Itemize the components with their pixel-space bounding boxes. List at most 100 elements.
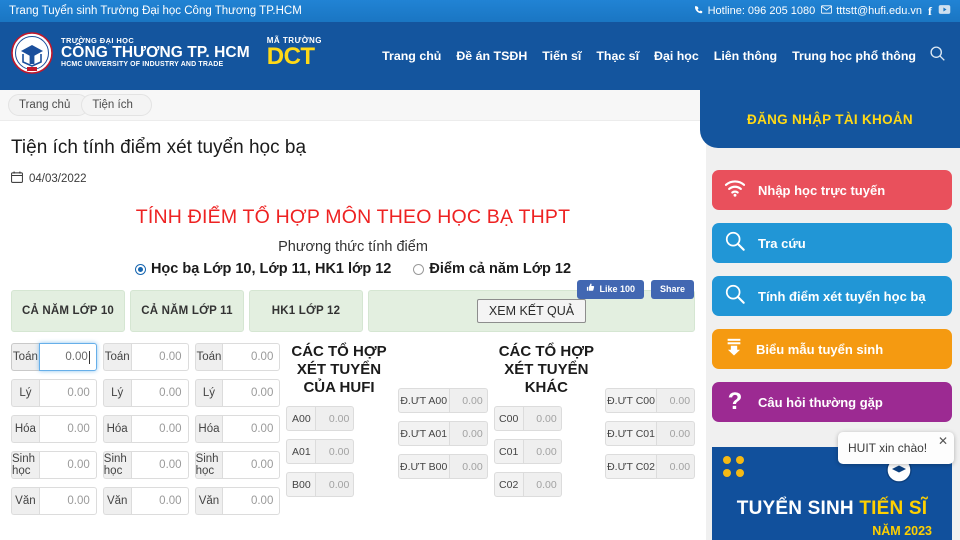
score-input[interactable]: 0.00 <box>130 451 189 479</box>
breadcrumb-item-utilities[interactable]: Tiện ích <box>81 94 152 116</box>
login-banner[interactable]: ĐĂNG NHẬP TÀI KHOẢN <box>700 90 960 148</box>
facebook-share-label: Share <box>659 283 685 294</box>
score-input[interactable]: 0.00 <box>38 415 97 443</box>
score-input[interactable]: 0.00 <box>130 415 189 443</box>
nav-item-tien-si[interactable]: Tiến sĩ <box>542 49 581 63</box>
nav-item-de-an-tsdh[interactable]: Đề án TSĐH <box>456 49 527 63</box>
score-input[interactable]: 0.00 <box>222 451 281 479</box>
nav-item-lien-thong[interactable]: Liên thông <box>714 49 777 63</box>
score-row[interactable]: Toán 0.00 <box>102 343 189 371</box>
score-input[interactable]: 0.00 <box>130 379 189 407</box>
subject-label: Hóa <box>102 415 131 443</box>
combo-column-other-preference: Đ.ƯT C00 0.00 Đ.ƯT C01 0.00 Đ.ƯT C02 0.0… <box>605 343 696 515</box>
score-input[interactable]: 0.00 <box>38 487 97 515</box>
combo-pref-code: Đ.ƯT A00 <box>397 388 450 413</box>
nav-item-thac-si[interactable]: Thạc sĩ <box>596 49 639 63</box>
combo-row: Đ.ƯT A00 0.00 <box>397 388 488 413</box>
score-row[interactable]: Lý 0.00 <box>194 379 281 407</box>
score-input[interactable]: 0.00 <box>130 487 189 515</box>
facebook-icon[interactable]: f <box>928 4 932 19</box>
download-icon <box>724 337 744 362</box>
hotline-label: Hotline: 096 205 1080 <box>707 5 816 17</box>
sidebar-item-admission-forms[interactable]: Biểu mẫu tuyển sinh <box>712 329 952 369</box>
hotline-item[interactable]: Hotline: 096 205 1080 <box>694 5 816 18</box>
mail-icon <box>821 5 833 17</box>
score-row[interactable]: Hóa 0.00 <box>194 415 281 443</box>
banner-headline-part2: TIẾN SĨ <box>859 498 928 519</box>
view-result-button[interactable]: XEM KẾT QUẢ <box>476 299 587 323</box>
nav-item-trung-hoc-pho-thong[interactable]: Trung học phổ thông <box>792 49 916 63</box>
score-input[interactable]: 0.00 <box>222 415 281 443</box>
score-row[interactable]: Hóa 0.00 <box>102 415 189 443</box>
score-input[interactable]: 0.00 <box>38 451 97 479</box>
method-label: Phương thức tính điểm <box>278 239 428 255</box>
banner-subheadline: NĂM 2023 <box>872 524 932 538</box>
subject-label: Sinh học <box>194 451 223 479</box>
tab-hk1-lop-12[interactable]: HK1 LỚP 12 <box>249 290 363 332</box>
score-row[interactable]: Lý 0.00 <box>102 379 189 407</box>
score-row[interactable]: Sinh học 0.00 <box>11 451 97 479</box>
score-input[interactable]: 0.00 <box>38 379 97 407</box>
publish-date: 04/03/2022 <box>29 173 87 185</box>
score-input[interactable]: 0.00 <box>130 343 189 371</box>
sidebar-item-score-calculator[interactable]: Tính điểm xét tuyển học bạ <box>712 276 952 316</box>
radio-indicator[interactable] <box>413 263 425 275</box>
banner-headline: TUYỂN SINH TIẾN SĨ <box>712 498 952 520</box>
combo-row: Đ.ƯT B00 0.00 <box>397 454 488 479</box>
score-row[interactable]: Văn 0.00 <box>11 487 97 515</box>
score-row[interactable]: Sinh học 0.00 <box>194 451 281 479</box>
logo-block[interactable]: TRƯỜNG ĐẠI HỌC CÔNG THƯƠNG TP. HCM HCMC … <box>10 31 322 75</box>
score-row[interactable]: Toán 0.00 <box>11 343 97 371</box>
login-label: ĐĂNG NHẬP TÀI KHOẢN <box>747 111 913 127</box>
combo-row: Đ.ƯT C01 0.00 <box>605 421 696 446</box>
facebook-share-button[interactable]: Share <box>650 280 694 299</box>
facebook-like-button[interactable]: Like 100 <box>577 280 644 299</box>
score-input[interactable]: 0.00 <box>222 487 281 515</box>
sidebar-item-lookup[interactable]: Tra cứu <box>712 223 952 263</box>
search-button[interactable] <box>922 22 952 90</box>
radio-indicator-selected[interactable] <box>134 263 146 275</box>
close-icon[interactable]: ✕ <box>938 435 948 447</box>
radio-option-hocba-10-11-hk1-12[interactable]: Học bạ Lớp 10, Lớp 11, HK1 lớp 12 <box>134 261 392 277</box>
combo-score: 0.00 <box>523 439 562 464</box>
radio-label: Học bạ Lớp 10, Lớp 11, HK1 lớp 12 <box>150 261 392 277</box>
combo-pref-code: Đ.ƯT C01 <box>605 421 658 446</box>
subject-label: Văn <box>11 487 39 515</box>
score-column-grade10: Toán 0.00 Lý 0.00 Hóa 0.00 Sinh học 0.00 <box>11 343 97 515</box>
nav-item-dai-hoc[interactable]: Đại học <box>654 49 699 63</box>
combo-row: A01 0.00 <box>286 439 391 464</box>
logo-text: TRƯỜNG ĐẠI HỌC CÔNG THƯƠNG TP. HCM HCMC … <box>61 37 250 69</box>
email-item[interactable]: tttstt@hufi.edu.vn <box>821 5 922 17</box>
sidebar-item-online-enrollment[interactable]: Nhập học trực tuyến <box>712 170 952 210</box>
combo-pref-score: 0.00 <box>449 388 488 413</box>
tab-ca-nam-lop-10[interactable]: CẢ NĂM LỚP 10 <box>11 290 125 332</box>
combo-code: A01 <box>286 439 317 464</box>
score-column-hk1-grade12: Toán 0.00 Lý 0.00 Hóa 0.00 Sinh học 0.00 <box>194 343 281 515</box>
youtube-icon[interactable] <box>938 4 951 18</box>
combo-pref-score: 0.00 <box>657 388 696 413</box>
phone-icon <box>694 5 704 18</box>
subject-label: Lý <box>102 379 131 407</box>
logo-line-3: HCMC UNIVERSITY OF INDUSTRY AND TRADE <box>61 61 224 69</box>
score-input[interactable]: 0.00 <box>222 379 281 407</box>
score-row[interactable]: Sinh học 0.00 <box>102 451 189 479</box>
subject-label: Sinh học <box>102 451 131 479</box>
score-row[interactable]: Lý 0.00 <box>11 379 97 407</box>
score-row[interactable]: Văn 0.00 <box>194 487 281 515</box>
score-input[interactable]: 0.00 <box>222 343 281 371</box>
nav-item-trang-chu[interactable]: Trang chủ <box>382 49 441 63</box>
breadcrumb-item-home[interactable]: Trang chủ <box>8 94 90 116</box>
magnifier-icon <box>724 230 746 257</box>
score-row[interactable]: Hóa 0.00 <box>11 415 97 443</box>
score-row[interactable]: Toán 0.00 <box>194 343 281 371</box>
chat-greeting-popup[interactable]: HUIT xin chào! ✕ <box>838 432 954 464</box>
calculator-title: TÍNH ĐIỂM TỔ HỢP MÔN THEO HỌC BẠ THPT <box>135 206 571 228</box>
subject-label: Sinh học <box>11 451 39 479</box>
tab-ca-nam-lop-11[interactable]: CẢ NĂM LỚP 11 <box>130 290 244 332</box>
radio-option-ca-nam-lop-12[interactable]: Điểm cả năm Lớp 12 <box>413 261 571 277</box>
sidebar-item-faq[interactable]: ? Câu hỏi thường gặp <box>712 382 952 422</box>
combo-column-hufi-preference: Đ.ƯT A00 0.00 Đ.ƯT A01 0.00 Đ.ƯT B00 0.0… <box>397 343 488 515</box>
combo-column-hufi: CÁC TỔ HỢP XÉT TUYỂN CỦA HUFI A00 0.00 A… <box>286 343 391 515</box>
score-row[interactable]: Văn 0.00 <box>102 487 189 515</box>
score-input[interactable]: 0.00 <box>38 343 97 371</box>
